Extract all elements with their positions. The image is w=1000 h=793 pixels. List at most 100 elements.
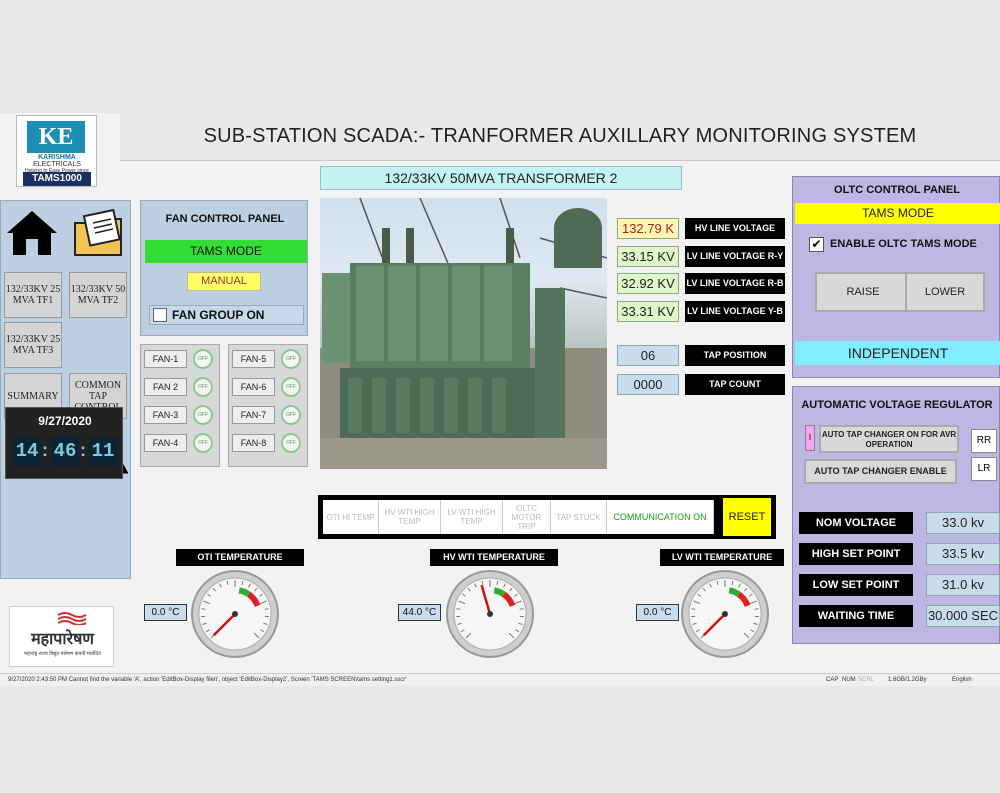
lv-wti-temp-value: 0.0 °C — [636, 604, 679, 621]
waiting-time-label: WAITING TIME — [799, 605, 913, 627]
alarm-tap-stuck: TAP STUCK — [551, 500, 607, 534]
oltc-panel-title: OLTC CONTROL PANEL — [834, 184, 960, 196]
scada-screen: SUB-STATION SCADA:- TRANFORMER AUXILLARY… — [0, 113, 1000, 686]
lv-voltage-ry-label: LV LINE VOLTAGE R-Y — [685, 246, 785, 267]
auto-tap-enable-button[interactable]: AUTO TAP CHANGER ENABLE — [804, 459, 957, 484]
clock-separator: : — [80, 440, 86, 460]
lv-wti-gauge — [681, 570, 769, 658]
lv-voltage-yb-label: LV LINE VOLTAGE Y-B — [685, 301, 785, 322]
fan-status-indicator: OFF — [193, 433, 213, 453]
auto-tap-avr-button[interactable]: AUTO TAP CHANGER ON FOR AVR OPERATION — [819, 425, 959, 453]
logo-line2: ELECTRICALS — [33, 161, 81, 168]
folder-icon[interactable] — [71, 208, 127, 259]
raise-button[interactable]: RAISE — [815, 272, 911, 312]
nom-voltage-label: NOM VOLTAGE — [799, 512, 913, 534]
oti-gauge — [191, 570, 279, 658]
oltc-tams-mode-indicator: TAMS MODE — [795, 203, 1000, 224]
lower-button[interactable]: LOWER — [905, 272, 985, 312]
clock-minutes: 46 — [51, 436, 79, 466]
gauge-tick — [519, 608, 524, 610]
enable-oltc-checkbox[interactable]: ✔ — [809, 237, 824, 252]
logo-product: TAMS1000 — [23, 172, 91, 186]
alarm-hv-wti-high-temp: HV WTI HIGH TEMP — [379, 500, 441, 534]
nav-tf1-button[interactable]: 132/33KV 25 MVA TF1 — [4, 272, 62, 318]
fan-button[interactable]: FAN-1 — [144, 350, 187, 368]
gauge-tick — [201, 608, 206, 610]
enable-oltc-label: ENABLE OLTC TAMS MODE — [830, 238, 977, 250]
status-memory: 1.6GB/1.2GBy — [888, 677, 927, 683]
home-icon[interactable] — [5, 209, 61, 259]
lr-indicator[interactable]: LR — [971, 457, 997, 481]
clock-widget: 9/27/2020 14 : 46 : 11 — [5, 407, 123, 479]
lv-voltage-yb-value: 33.31 KV — [617, 301, 679, 322]
oti-temp-label: OTI TEMPERATURE — [176, 549, 304, 566]
status-num: NUM — [842, 677, 856, 683]
rr-indicator[interactable]: RR — [971, 429, 997, 453]
fan-button[interactable]: FAN-7 — [232, 406, 275, 424]
nom-voltage-value[interactable]: 33.0 kv — [926, 512, 1000, 534]
oti-temp-value: 0.0 °C — [144, 604, 187, 621]
mahatransco-logo: महापारेषण महाराष्ट्र राज्य विद्युत पारेष… — [9, 606, 114, 667]
fan-group-left: FAN-1 OFF FAN 2 OFF FAN-3 OFF FAN-4 OFF — [140, 344, 220, 467]
gauge-tick — [691, 608, 696, 610]
clock-separator: : — [42, 440, 48, 460]
tap-count-value: 0000 — [617, 374, 679, 395]
fan-button[interactable]: FAN-8 — [232, 434, 275, 452]
gauge-hub — [487, 611, 493, 617]
high-set-point-label: HIGH SET POINT — [799, 543, 913, 565]
fan-control-panel: FAN CONTROL PANEL TAMS MODE MANUAL FAN G… — [140, 200, 308, 336]
high-set-point-value[interactable]: 33.5 kv — [926, 543, 1000, 565]
fan-status-indicator: OFF — [281, 405, 301, 425]
fan-button[interactable]: FAN-3 — [144, 406, 187, 424]
nav-tf2-button[interactable]: 132/33KV 50 MVA TF2 — [69, 272, 127, 318]
reset-button[interactable]: RESET — [723, 498, 771, 536]
low-set-point-value[interactable]: 31.0 kv — [926, 574, 1000, 596]
status-message: 9/27/2020 2:43:50 PM Cannot find the var… — [8, 677, 407, 683]
status-cap: CAP — [826, 677, 839, 683]
avr-indicator: I — [805, 425, 815, 451]
logo-mark: KE — [27, 121, 85, 153]
fan-status-indicator: OFF — [193, 405, 213, 425]
alarm-strip: OTI HI TEMP HV WTI HIGH TEMP LV WTI HIGH… — [318, 495, 776, 539]
fan-group-on-row[interactable]: FAN GROUP ON — [149, 305, 304, 325]
fan-status-indicator: OFF — [281, 377, 301, 397]
waiting-time-value[interactable]: 30.000 SEC — [926, 605, 1000, 627]
nav-tf3-button[interactable]: 132/33KV 25 MVA TF3 — [4, 322, 62, 368]
left-nav-panel: 132/33KV 25 MVA TF1 132/33KV 50 MVA TF2 … — [0, 200, 131, 579]
mahatransco-tagline: महाराष्ट्र राज्य विद्युत पारेषण कंपनी मर… — [24, 651, 101, 657]
status-scrl: SCRL — [858, 677, 875, 683]
fan-button[interactable]: FAN-4 — [144, 434, 187, 452]
gauge-tick — [754, 608, 759, 610]
fan-group-checkbox[interactable] — [153, 308, 167, 322]
fan-button[interactable]: FAN 2 — [144, 378, 187, 396]
fan-status-indicator: OFF — [281, 349, 301, 369]
clock-date: 9/27/2020 — [38, 414, 92, 428]
fan-panel-title: FAN CONTROL PANEL — [165, 213, 285, 225]
alarm-oltc-motor-trip: OLTC MOTOR TRIP — [503, 500, 551, 534]
fan-tams-mode-indicator: TAMS MODE — [145, 240, 307, 263]
page-title: SUB-STATION SCADA:- TRANFORMER AUXILLARY… — [203, 125, 917, 147]
gauge-green-zone — [493, 587, 506, 597]
mahatransco-name: महापारेषण — [31, 631, 94, 648]
fan-status-indicator: OFF — [281, 433, 301, 453]
avr-panel-title: AUTOMATIC VOLTAGE REGULATOR — [801, 399, 993, 411]
gauge-hub — [722, 611, 728, 617]
gauge-tick — [264, 608, 269, 610]
wave-logo-icon — [57, 612, 87, 625]
fan-button[interactable]: FAN-6 — [232, 378, 275, 396]
hv-line-voltage-value: 132.79 K — [617, 218, 679, 239]
logo-line1: KARISHMA — [38, 154, 76, 161]
tap-position-label: TAP POSITION — [685, 345, 785, 366]
lv-wti-temp-label: LV WTI TEMPERATURE — [660, 549, 784, 566]
lv-voltage-rb-label: LV LINE VOLTAGE R-B — [685, 273, 785, 294]
communication-status: COMMUNICATION ON — [607, 500, 714, 534]
low-set-point-label: LOW SET POINT — [799, 574, 913, 596]
manual-button[interactable]: MANUAL — [187, 272, 261, 291]
fan-button[interactable]: FAN-5 — [232, 350, 275, 368]
lv-voltage-rb-value: 32.92 KV — [617, 273, 679, 294]
transformer-title: 132/33KV 50MVA TRANSFORMER 2 — [320, 166, 682, 190]
fan-status-indicator: OFF — [193, 377, 213, 397]
fan-group-right: FAN-5 OFF FAN-6 OFF FAN-7 OFF FAN-8 OFF — [228, 344, 308, 467]
status-bar: 9/27/2020 2:43:50 PM Cannot find the var… — [0, 673, 1000, 686]
gauge-green-zone — [728, 587, 741, 597]
